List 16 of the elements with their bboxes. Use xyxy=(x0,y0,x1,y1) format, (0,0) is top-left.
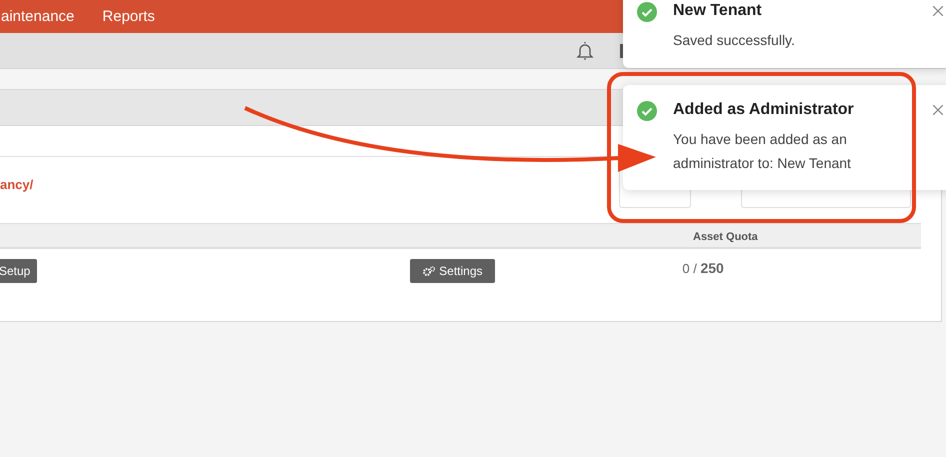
gears-icon xyxy=(423,266,436,276)
toast-message: Saved successfully. xyxy=(673,31,796,50)
toast-message: You have been added as an administrator to: New Tenant xyxy=(673,130,852,173)
success-icon xyxy=(637,101,657,121)
quota-total: 250 xyxy=(700,260,724,276)
quota-used: 0 / xyxy=(682,261,697,276)
nav-link[interactable]: aintenance xyxy=(1,8,74,25)
toast-title: New Tenant xyxy=(673,2,763,20)
nav-link[interactable]: Reports xyxy=(102,8,155,25)
close-icon[interactable] xyxy=(933,6,943,16)
close-icon[interactable] xyxy=(933,105,943,115)
bell-icon[interactable] xyxy=(576,40,594,60)
column-header: Asset Quota xyxy=(693,231,758,243)
link[interactable]: ancy/ xyxy=(0,176,34,192)
toast-title: Added as Administrator xyxy=(673,101,855,119)
settings-button[interactable]: Settings xyxy=(410,259,496,283)
